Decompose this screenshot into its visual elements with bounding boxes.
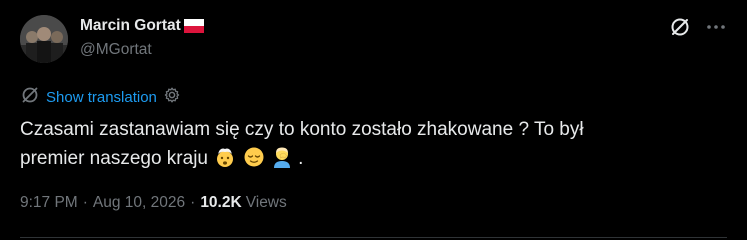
tweet-date[interactable]: Aug 10, 2026 [93, 194, 185, 212]
author-display-name[interactable]: Marcin Gortat [80, 17, 181, 35]
divider [20, 237, 727, 238]
more-dots-icon[interactable] [705, 16, 727, 38]
author-handle[interactable]: @MGortat [80, 41, 152, 59]
views-label: Views [245, 194, 287, 211]
grok-icon[interactable] [669, 16, 691, 38]
show-translation-link[interactable]: Show translation [46, 89, 157, 106]
tweet-text-line-1: Czasami zastanawiam się czy to konto zos… [20, 119, 584, 140]
poland-flag-icon [183, 19, 204, 33]
tweet-text-line-2: premier naszego kraju . [20, 144, 720, 173]
man-facepalming-emoji [271, 146, 293, 168]
gear-icon[interactable] [163, 86, 181, 109]
tweet-time[interactable]: 9:17 PM [20, 194, 78, 212]
tweet-actions-top [669, 16, 727, 38]
meta-separator: · [82, 194, 88, 211]
tweet-text: Czasami zastanawiam się czy to konto zos… [20, 115, 720, 173]
meta-separator: · [190, 194, 196, 211]
relieved-face-emoji [243, 146, 265, 168]
tweet-meta: 9:17 PM · Aug 10, 2026 · 10.2K Views [20, 194, 287, 212]
views-count: 10.2K [200, 194, 242, 211]
translation-row: Show translation [20, 87, 181, 107]
exploding-head-emoji [214, 146, 236, 168]
tweet-text-trailing: . [298, 148, 304, 169]
tweet-text-line-2-words: premier naszego kraju [20, 148, 208, 169]
translate-icon [20, 85, 40, 110]
author-name-row: Marcin Gortat [80, 15, 204, 37]
avatar[interactable] [20, 15, 68, 63]
